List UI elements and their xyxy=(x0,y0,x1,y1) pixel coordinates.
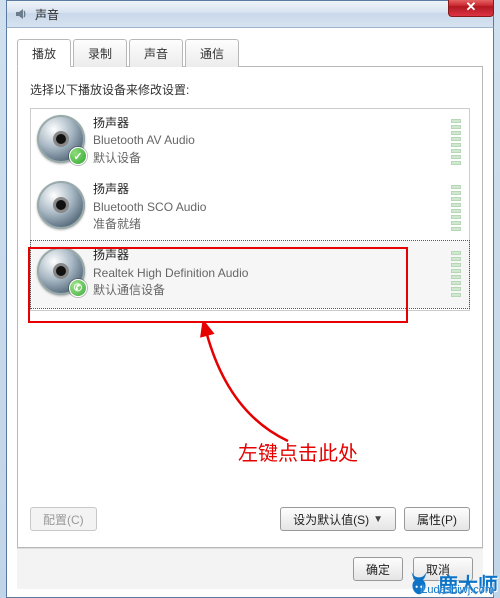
sound-app-icon xyxy=(13,6,29,22)
cancel-button[interactable]: 取消 xyxy=(413,557,473,581)
tab-sounds[interactable]: 声音 xyxy=(129,39,183,67)
device-status: 默认设备 xyxy=(93,150,195,167)
device-status: 默认通信设备 xyxy=(93,282,248,299)
chevron-down-icon: ▼ xyxy=(373,514,383,525)
level-meter xyxy=(451,119,461,165)
device-list[interactable]: ✓扬声器Bluetooth AV Audio默认设备扬声器Bluetooth S… xyxy=(30,108,470,311)
device-status: 准备就绪 xyxy=(93,216,206,233)
tab-body-playback: 选择以下播放设备来修改设置: ✓扬声器Bluetooth AV Audio默认设… xyxy=(17,67,483,548)
tab-record[interactable]: 录制 xyxy=(73,39,127,67)
titlebar[interactable]: 声音 xyxy=(6,0,494,28)
ok-button[interactable]: 确定 xyxy=(353,557,403,581)
device-subtitle: Bluetooth AV Audio xyxy=(93,132,195,149)
set-default-button[interactable]: 设为默认值(S) ▼ xyxy=(280,507,396,531)
watermark-url: Ludashiwj.com xyxy=(421,584,494,596)
instruction-text: 选择以下播放设备来修改设置: xyxy=(30,81,470,98)
device-subtitle: Realtek High Definition Audio xyxy=(93,265,248,282)
device-subtitle: Bluetooth SCO Audio xyxy=(93,199,206,216)
close-button[interactable]: ✕ xyxy=(448,0,494,17)
tab-communications[interactable]: 通信 xyxy=(185,39,239,67)
annotation-arrow-icon xyxy=(168,323,318,453)
speaker-icon xyxy=(37,181,85,229)
device-button-row: 配置(C) 设为默认值(S) ▼ 属性(P) xyxy=(30,501,470,537)
default-check-icon: ✓ xyxy=(69,147,87,165)
phone-badge-icon: ✆ xyxy=(69,279,87,297)
properties-button[interactable]: 属性(P) xyxy=(404,507,470,531)
tabstrip: 播放 录制 声音 通信 xyxy=(17,38,483,67)
device-name: 扬声器 xyxy=(93,115,195,132)
window-title: 声音 xyxy=(35,6,59,23)
device-row[interactable]: 扬声器Bluetooth SCO Audio准备就绪 xyxy=(31,175,469,241)
device-row[interactable]: ✆ 扬声器Realtek High Definition Audio默认通信设备 xyxy=(31,241,469,307)
close-icon: ✕ xyxy=(466,0,477,15)
configure-button[interactable]: 配置(C) xyxy=(30,507,97,531)
device-row[interactable]: ✓ 扬声器Bluetooth AV Audio默认设备 xyxy=(31,109,469,175)
level-meter xyxy=(451,251,461,297)
device-name: 扬声器 xyxy=(93,247,248,264)
tab-playback[interactable]: 播放 xyxy=(17,39,71,67)
dialog-footer: 确定 取消 xyxy=(17,548,483,589)
level-meter xyxy=(451,185,461,231)
annotation-text: 左键点击此处 xyxy=(238,437,358,466)
speaker-icon: ✆ xyxy=(37,247,85,295)
device-name: 扬声器 xyxy=(93,181,206,198)
speaker-icon: ✓ xyxy=(37,115,85,163)
